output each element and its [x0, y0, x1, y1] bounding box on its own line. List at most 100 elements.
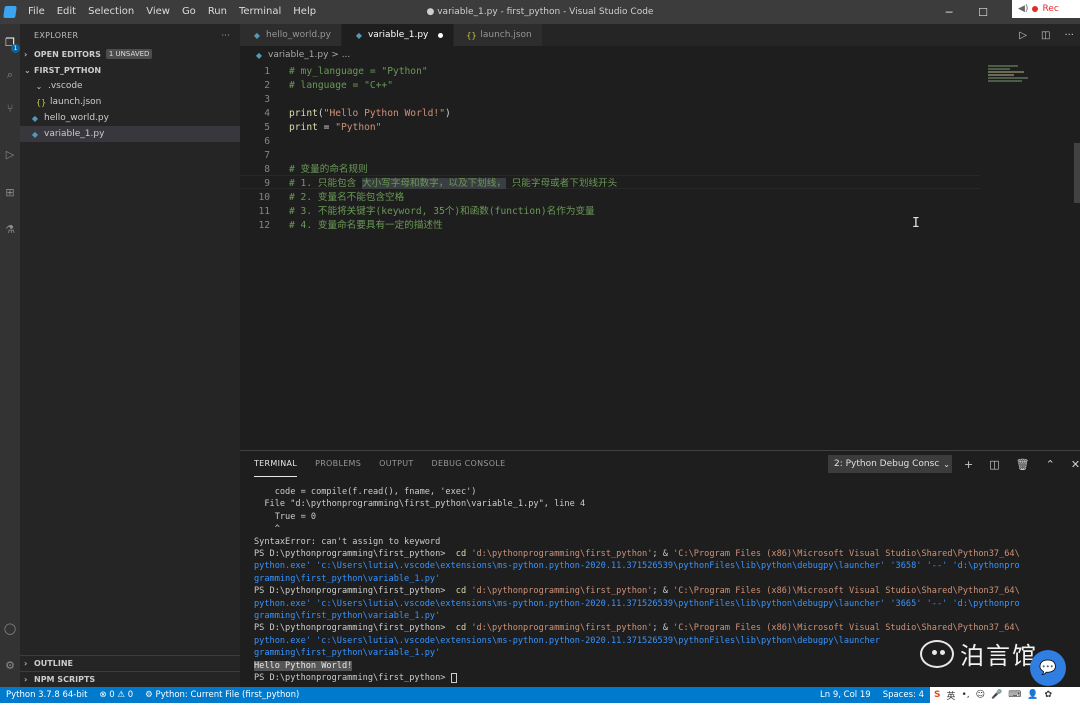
emoji-icon[interactable]: ☺ [976, 690, 985, 700]
minimize-icon[interactable]: ─ [932, 0, 966, 24]
chevron-right-icon: › [24, 659, 28, 668]
settings-gear-icon[interactable]: ⚙ [2, 657, 18, 673]
kill-terminal-trash-icon[interactable]: 🗑 [1016, 458, 1030, 471]
code-line[interactable]: 11 # 3. 不能将关键字(keyword, 35个)和函数(function)… [240, 205, 1020, 219]
ime-mode-label[interactable]: 英 [946, 689, 955, 702]
line-number: 9 [264, 178, 270, 189]
menu-view[interactable]: View [140, 0, 176, 24]
terminal-line: PS D:\pythonprogramming\first_python> cd… [254, 585, 1074, 597]
code-editor[interactable]: I 1 # my_language = "Python" 2 # language =… [240, 63, 1080, 449]
tab-variable-1[interactable]: ◆ variable_1.py [341, 24, 455, 46]
vscode-logo-icon [3, 6, 17, 18]
chat-bubble-icon[interactable]: 💬 [1030, 650, 1066, 686]
terminal-token: 'C:\Program Files (x86)\Microsoft Visual… [673, 586, 1020, 597]
chevron-down-icon: ⌄ [35, 81, 43, 91]
chevron-right-icon: › [24, 675, 28, 684]
terminal-token: 'C:\Program Files (x86)\Microsoft Visual… [673, 549, 1020, 560]
cursor-position[interactable]: Ln 9, Col 19 [814, 690, 877, 700]
terminal-select[interactable]: 2: Python Debug Consc ⌄ [828, 455, 952, 473]
code-line[interactable]: 2 # language = "C++" [240, 79, 1020, 93]
maximize-panel-chevron-up-icon[interactable]: ⌃ [1046, 458, 1055, 471]
more-actions-icon[interactable]: ··· [1064, 30, 1074, 41]
code-line[interactable]: 5 print = "Python" [240, 121, 1020, 135]
problems-count[interactable]: ⊗ 0 ⚠ 0 [93, 690, 139, 700]
recorder-label: Rec [1042, 4, 1059, 14]
outline-section[interactable]: › OUTLINE [20, 655, 240, 671]
line-number: 4 [264, 108, 270, 119]
project-section[interactable]: ⌄ FIRST_PYTHON [20, 62, 240, 78]
recorder-widget[interactable]: ◀) Rec [1012, 0, 1080, 18]
open-editors-section[interactable]: › OPEN EDITORS 1 UNSAVED [20, 46, 240, 62]
code-line[interactable]: 7 [240, 149, 1020, 163]
account-icon[interactable]: ◯ [2, 620, 18, 636]
code-line[interactable]: 8 # 变量的命名规则 [240, 163, 1020, 177]
editor-scrollbar[interactable] [1074, 143, 1080, 203]
tab-output[interactable]: OUTPUT [379, 451, 413, 477]
code-token: # 1. 只能包含 [289, 178, 363, 189]
line-number: 12 [258, 220, 270, 231]
search-icon[interactable]: ⌕ [2, 67, 18, 83]
source-control-icon[interactable]: ⑂ [2, 100, 18, 116]
split-editor-icon[interactable]: ◫ [1041, 30, 1050, 41]
menu-go[interactable]: Go [176, 0, 202, 24]
code-line[interactable]: 1 # my_language = "Python" [240, 65, 1020, 79]
tab-launch-json[interactable]: {} launch.json [454, 24, 543, 46]
breadcrumb-text[interactable]: variable_1.py > ... [268, 50, 350, 60]
user-icon[interactable]: 👤 [1027, 690, 1038, 700]
more-actions-icon[interactable]: ··· [221, 31, 230, 40]
code-line[interactable]: 12 # 4. 变量命名要具有一定的描述性 [240, 219, 1020, 233]
window-controls: ─ ☐ [932, 0, 1000, 24]
unsaved-count-badge: 1 [11, 44, 20, 53]
tab-debug-console[interactable]: DEBUG CONSOLE [432, 451, 506, 477]
menu-help[interactable]: Help [287, 0, 322, 24]
punctuation-icon[interactable]: •, [962, 690, 970, 700]
explorer-files-icon[interactable]: ❐ 1 [2, 34, 20, 53]
line-number: 6 [264, 136, 270, 147]
unsaved-dot-icon[interactable] [438, 32, 444, 38]
tab-label: variable_1.py [367, 30, 429, 40]
project-label: FIRST_PYTHON [34, 65, 102, 75]
microphone-icon[interactable]: 🎤 [991, 690, 1002, 700]
code-token: print [289, 122, 318, 133]
code-line[interactable]: 10 # 2. 变量名不能包含空格 [240, 191, 1020, 205]
tab-hello-world[interactable]: ◆ hello_world.py [240, 24, 342, 46]
extensions-icon[interactable]: ⊞ [2, 184, 18, 200]
close-panel-icon[interactable]: ✕ [1071, 458, 1080, 471]
menu-selection[interactable]: Selection [82, 0, 140, 24]
menu-edit[interactable]: Edit [51, 0, 82, 24]
python-interpreter[interactable]: Python 3.7.8 64-bit [0, 690, 93, 700]
tree-item-hello-world[interactable]: ◆ hello_world.py [20, 110, 240, 126]
ime-toolbar[interactable]: S 英 •, ☺ 🎤 ⌨ 👤 ✿ [930, 687, 1080, 703]
terminal-token: True = 0 [254, 511, 317, 522]
skin-icon[interactable]: ✿ [1045, 690, 1053, 700]
terminal-token: code = compile(f.read(), fname, 'exec') [254, 487, 477, 497]
split-terminal-icon[interactable]: ◫ [989, 458, 999, 471]
wechat-logo-icon [920, 639, 954, 668]
indentation[interactable]: Spaces: 4 [877, 690, 930, 700]
new-terminal-plus-icon[interactable]: + [964, 458, 973, 471]
npm-scripts-section[interactable]: › NPM SCRIPTS [20, 671, 240, 687]
code-line[interactable]: 4 print("Hello Python World!") [240, 107, 1020, 121]
npm-scripts-label: NPM SCRIPTS [34, 675, 96, 684]
tree-item-vscode-folder[interactable]: ⌄ .vscode [20, 78, 240, 94]
menu-run[interactable]: Run [202, 0, 233, 24]
terminal-token: 'C:\Program Files (x86)\Microsoft Visual… [673, 623, 1020, 634]
tab-terminal[interactable]: TERMINAL [254, 451, 298, 477]
terminal-token: PS D:\pythonprogramming\first_python> [254, 549, 451, 560]
tree-item-launch-json[interactable]: {} launch.json [20, 94, 240, 110]
tree-item-variable-1[interactable]: ◆ variable_1.py [20, 126, 240, 142]
tab-problems[interactable]: PROBLEMS [315, 451, 361, 477]
keyboard-icon[interactable]: ⌨ [1008, 690, 1021, 700]
testing-flask-icon[interactable]: ⚗ [2, 221, 18, 237]
code-line[interactable]: 3 [240, 93, 1020, 107]
menu-file[interactable]: File [22, 0, 51, 24]
code-line[interactable]: 9 # 1. 只能包含 大小写字母和数字，以及下划线， 只能字母或者下划线开头 [240, 177, 1020, 191]
run-file-icon[interactable]: ▷ [1019, 30, 1027, 41]
maximize-icon[interactable]: ☐ [966, 0, 1000, 24]
code-token: "Python" [335, 122, 382, 133]
menu-terminal[interactable]: Terminal [233, 0, 287, 24]
code-line[interactable]: 6 [240, 135, 1020, 149]
run-debug-icon[interactable]: ▷ [2, 146, 18, 162]
terminal-token: Hello Python World! [254, 660, 353, 671]
run-configuration[interactable]: ⚙ Python: Current File (first_python) [139, 690, 305, 700]
